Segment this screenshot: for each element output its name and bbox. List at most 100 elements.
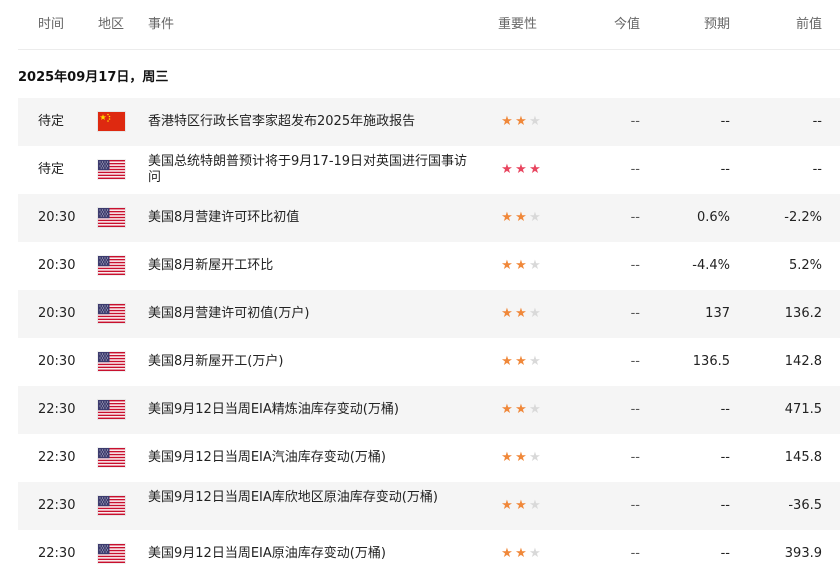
china-flag-icon — [98, 112, 125, 131]
header-importance: 重要性 — [498, 17, 538, 32]
forecast-value: 0.6% — [696, 210, 730, 225]
event-title[interactable]: 美国9月12日当周EIA汽油库存变动(万桶) — [148, 450, 478, 466]
table-row[interactable]: 20:30 美国8月营建许可初值(万户) ★ ★ ★ -- 137 136.2 — [18, 290, 840, 338]
header-region: 地区 — [98, 17, 125, 32]
event-list: 待定 香港特区行政长官李家超发布2025年施政报告 ★ ★ ★ -- -- -- 待定 美国总统特… — [18, 98, 840, 578]
importance-stars: ★ ★ ★ — [500, 354, 542, 370]
forecast-value: -- — [720, 402, 730, 417]
table-row[interactable]: 20:30 美国8月新屋开工环比 ★ ★ ★ -- -4.4% 5.2% — [18, 242, 840, 290]
event-time: 22:30 — [38, 450, 76, 465]
actual-value: -- — [630, 498, 640, 513]
star-icon: ★ — [529, 306, 541, 321]
importance-stars: ★ ★ ★ — [500, 306, 542, 322]
actual-value: -- — [630, 162, 640, 177]
star-icon: ★ — [501, 498, 513, 513]
star-icon: ★ — [501, 210, 513, 225]
actual-value: -- — [630, 402, 640, 417]
event-title[interactable]: 美国8月营建许可初值(万户) — [148, 306, 478, 322]
forecast-value: -- — [720, 546, 730, 561]
event-title[interactable]: 美国9月12日当周EIA库欣地区原油库存变动(万桶) — [148, 490, 478, 506]
star-icon: ★ — [529, 498, 541, 513]
star-icon: ★ — [515, 162, 527, 177]
table-row[interactable]: 22:30 美国9月12日当周EIA精炼油库存变动(万桶) ★ ★ ★ -- -- 471.5 — [18, 386, 840, 434]
importance-stars: ★ ★ ★ — [500, 114, 542, 130]
forecast-value: 136.5 — [692, 354, 730, 369]
header-actual: 今值 — [613, 17, 640, 32]
star-icon: ★ — [529, 258, 541, 273]
star-icon: ★ — [515, 210, 527, 225]
importance-stars: ★ ★ ★ — [500, 498, 542, 514]
actual-value: -- — [630, 114, 640, 129]
star-icon: ★ — [501, 162, 513, 177]
star-icon: ★ — [529, 210, 541, 225]
star-icon: ★ — [515, 546, 527, 561]
event-title[interactable]: 美国9月12日当周EIA精炼油库存变动(万桶) — [148, 402, 478, 418]
previous-value: 136.2 — [784, 306, 822, 321]
star-icon: ★ — [529, 114, 541, 129]
table-row[interactable]: 22:30 美国9月12日当周EIA库欣地区原油库存变动(万桶) ★ ★ ★ -- -- -3… — [18, 482, 840, 530]
previous-value: -- — [812, 162, 822, 177]
star-icon: ★ — [515, 498, 527, 513]
event-title[interactable]: 美国9月12日当周EIA原油库存变动(万桶) — [148, 546, 478, 562]
star-icon: ★ — [529, 450, 541, 465]
usa-flag-icon — [98, 160, 125, 179]
previous-value: 145.8 — [784, 450, 822, 465]
event-title[interactable]: 美国8月新屋开工环比 — [148, 258, 478, 274]
usa-flag-icon — [98, 448, 125, 467]
star-icon: ★ — [515, 306, 527, 321]
table-row[interactable]: 待定 香港特区行政长官李家超发布2025年施政报告 ★ ★ ★ -- -- -- — [18, 98, 840, 146]
usa-flag-icon — [98, 400, 125, 419]
actual-value: -- — [630, 354, 640, 369]
event-time: 20:30 — [38, 210, 76, 225]
actual-value: -- — [630, 258, 640, 273]
forecast-value: -- — [720, 114, 730, 129]
event-time: 待定 — [38, 114, 65, 129]
table-row[interactable]: 待定 美国总统特朗普预计将于9月17-19日对英国进行国事访问 ★ ★ ★ -- -- -- — [18, 146, 840, 194]
forecast-value: 137 — [705, 306, 730, 321]
importance-stars: ★ ★ ★ — [500, 210, 542, 226]
forecast-value: -- — [720, 450, 730, 465]
star-icon: ★ — [501, 306, 513, 321]
previous-value: 5.2% — [788, 258, 822, 273]
previous-value: 471.5 — [784, 402, 822, 417]
usa-flag-icon — [98, 256, 125, 275]
star-icon: ★ — [529, 546, 541, 561]
star-icon: ★ — [501, 354, 513, 369]
date-label: 2025年09月17日，周三 — [18, 70, 169, 85]
previous-value: -2.2% — [784, 210, 822, 225]
star-icon: ★ — [501, 258, 513, 273]
star-icon: ★ — [515, 450, 527, 465]
importance-stars: ★ ★ ★ — [500, 402, 542, 418]
header-time: 时间 — [38, 17, 65, 32]
importance-stars: ★ ★ ★ — [500, 450, 542, 466]
economic-calendar: 时间 地区 事件 重要性 今值 预期 前值 2025年09月17日，周三 待定 香… — [0, 0, 840, 569]
usa-flag-icon — [98, 544, 125, 563]
previous-value: -- — [812, 114, 822, 129]
table-header: 时间 地区 事件 重要性 今值 预期 前值 — [18, 0, 840, 50]
importance-stars: ★ ★ ★ — [500, 258, 542, 274]
event-title[interactable]: 美国8月营建许可环比初值 — [148, 210, 478, 226]
table-row[interactable]: 22:30 美国9月12日当周EIA汽油库存变动(万桶) ★ ★ ★ -- -- 145.8 — [18, 434, 840, 482]
actual-value: -- — [630, 306, 640, 321]
table-row[interactable]: 20:30 美国8月营建许可环比初值 ★ ★ ★ -- 0.6% -2.2% — [18, 194, 840, 242]
table-row[interactable]: 20:30 美国8月新屋开工(万户) ★ ★ ★ -- 136.5 142.8 — [18, 338, 840, 386]
header-event: 事件 — [148, 17, 175, 32]
previous-value: -36.5 — [788, 498, 822, 513]
header-previous: 前值 — [795, 17, 822, 32]
usa-flag-icon — [98, 208, 125, 227]
importance-stars: ★ ★ ★ — [500, 162, 542, 178]
star-icon: ★ — [515, 402, 527, 417]
event-title[interactable]: 美国8月新屋开工(万户) — [148, 354, 478, 370]
table-row[interactable]: 22:30 美国9月12日当周EIA原油库存变动(万桶) ★ ★ ★ -- -- 393.9 — [18, 530, 840, 578]
actual-value: -- — [630, 450, 640, 465]
star-icon: ★ — [501, 402, 513, 417]
event-title[interactable]: 香港特区行政长官李家超发布2025年施政报告 — [148, 114, 478, 130]
forecast-value: -- — [720, 498, 730, 513]
star-icon: ★ — [515, 114, 527, 129]
importance-stars: ★ ★ ★ — [500, 546, 542, 562]
event-title[interactable]: 美国总统特朗普预计将于9月17-19日对英国进行国事访问 — [148, 154, 478, 186]
usa-flag-icon — [98, 352, 125, 371]
event-time: 待定 — [38, 162, 65, 177]
star-icon: ★ — [501, 450, 513, 465]
previous-value: 142.8 — [784, 354, 822, 369]
